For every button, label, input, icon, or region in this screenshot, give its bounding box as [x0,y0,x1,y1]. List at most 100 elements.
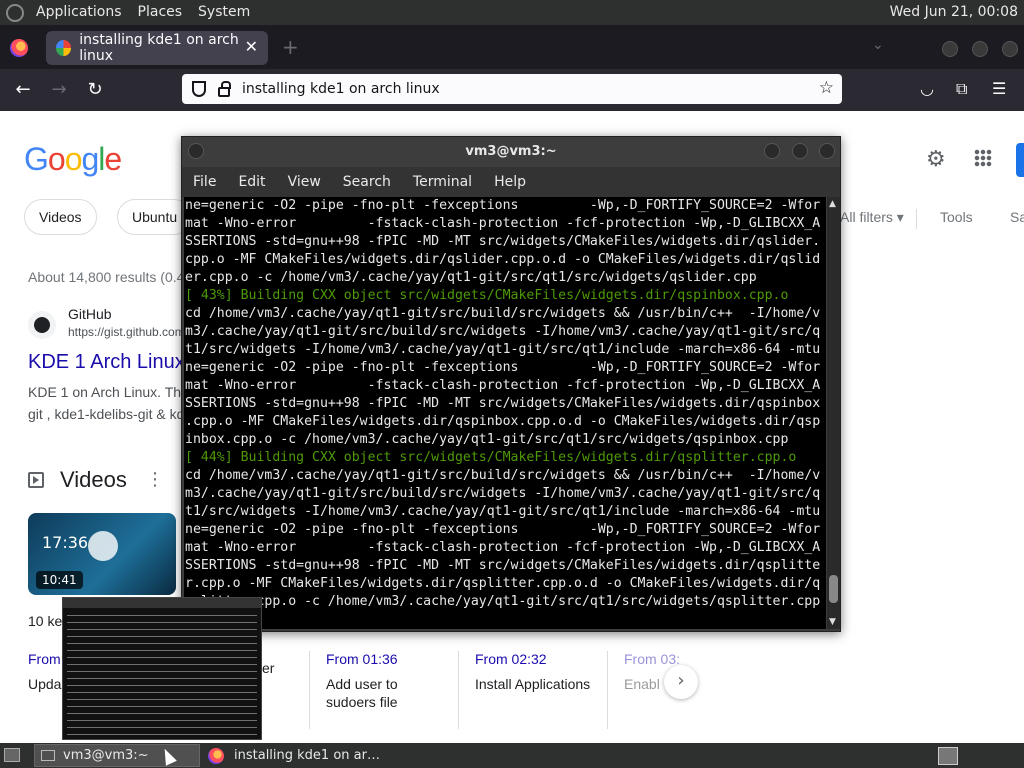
all-filters-button[interactable]: All filters ▾ [840,209,904,226]
divider [916,209,917,229]
scroll-down-icon[interactable]: ▼ [829,617,836,627]
results-count: About 14,800 results (0.4 [28,269,185,285]
bookmark-star-icon[interactable]: ☆ [819,78,834,98]
url-bar[interactable]: installing kde1 on arch linux ☆ [182,74,842,104]
window-preview-thumbnail[interactable] [62,597,262,740]
tools-button[interactable]: Tools [940,209,973,225]
terminal-line: mat -Wno-error -fstack-clash-protection … [185,378,821,393]
preview-menubar [63,598,261,608]
result-site-name[interactable]: GitHub [68,306,112,322]
play-icon[interactable] [88,531,118,561]
menu-view[interactable]: View [277,174,332,190]
back-arrow-icon[interactable]: ← [12,79,34,100]
terminal-line: t1/src/widgets -I/home/vm3/.cache/yay/qt… [185,504,821,519]
google-favicon-icon [56,40,72,56]
pocket-icon[interactable]: ◡ [920,79,934,98]
clock[interactable]: Wed Jun 21, 00:08 [890,0,1018,25]
hamburger-menu-icon[interactable]: ☰ [992,79,1006,98]
terminal-line: [ 44%] Building CXX object src/widgets/C… [185,450,797,465]
browser-nav-bar: ← → ↻ installing kde1 on arch linux ☆ ◡ … [0,69,1024,111]
terminal-output[interactable]: ne=generic -O2 -pipe -fno-plt -fexceptio… [184,197,826,629]
workspace-switcher[interactable] [938,747,958,765]
moment-desc[interactable]: Install Applications [475,675,601,693]
reload-icon[interactable]: ↻ [84,79,106,100]
moment-from[interactable]: From 03: [624,651,680,667]
terminal-window[interactable]: vm3@vm3:~ File Edit View Search Terminal… [181,136,841,632]
snippet-line: git , kde1-kdelibs-git & kd [28,406,185,422]
menu-system[interactable]: System [190,0,258,25]
terminal-scrollbar[interactable]: ▲ ▼ [827,197,840,629]
scrollbar-thumb[interactable] [829,575,838,603]
forward-arrow-icon[interactable]: → [48,79,70,100]
maximize-button[interactable] [972,41,988,57]
video-thumbnail[interactable]: 17:36 10:41 [28,513,176,595]
result-title-link[interactable]: KDE 1 Arch Linux [28,351,185,374]
menu-edit[interactable]: Edit [227,174,276,190]
terminal-line: SSERTIONS -std=gnu++98 -fPIC -MD -MT src… [185,234,821,249]
google-logo[interactable]: Google [24,141,122,178]
firefox-icon[interactable] [10,39,28,57]
video-icon [28,472,44,488]
divider [458,651,459,729]
terminal-line: ne=generic -O2 -pipe -fno-plt -fexceptio… [185,522,821,537]
terminal-line: ne=generic -O2 -pipe -fno-plt -fexceptio… [185,360,821,375]
close-window-button[interactable] [1002,41,1018,57]
minimize-button[interactable] [764,143,780,159]
close-button[interactable] [819,143,835,159]
menu-terminal[interactable]: Terminal [402,174,483,190]
moment-from[interactable]: From [28,651,61,667]
menu-places[interactable]: Places [130,0,191,25]
more-options-icon[interactable]: ⋮ [146,469,164,490]
lock-icon[interactable] [218,81,231,97]
new-tab-button[interactable]: + [282,35,299,59]
close-tab-icon[interactable]: ✕ [245,37,258,56]
chip-videos[interactable]: Videos [24,199,97,235]
next-chevron-icon[interactable]: › [664,665,698,699]
sign-in-button[interactable] [1016,143,1024,177]
terminal-title-bar[interactable]: vm3@vm3:~ [182,137,840,167]
moment-from[interactable]: From 01:36 [326,651,446,667]
list-tabs-chevron-icon[interactable]: ⌄ [872,37,884,53]
google-apps-grid-icon[interactable] [974,149,992,167]
moment-from[interactable]: From 02:32 [475,651,601,667]
taskbar-firefox-button[interactable]: installing kde1 on ar… [204,744,404,767]
firefox-icon [208,747,224,764]
key-moment[interactable]: From Upda [28,651,61,693]
moment-desc[interactable]: er [262,659,274,677]
tab-google-search[interactable]: installing kde1 on arch linux ✕ [46,31,268,65]
snippet-line: KDE 1 on Arch Linux. Th [28,384,182,400]
video-duration: 10:41 [36,571,83,589]
terminal-line: splitter.cpp.o -c /home/vm3/.cache/yay/q… [185,594,821,609]
terminal-title: vm3@vm3:~ [465,144,557,159]
moment-desc[interactable]: Upda [28,675,61,693]
terminal-line: cd /home/vm3/.cache/yay/qt1-git/src/buil… [185,468,821,483]
url-text[interactable]: installing kde1 on arch linux [242,81,440,97]
minimize-button[interactable] [942,41,958,57]
terminal-line: inbox.cpp.o -c /home/vm3/.cache/yay/qt1-… [185,432,789,447]
tracking-protection-shield-icon[interactable] [192,81,206,97]
key-moment[interactable]: From 01:36 Add user to sudoers file [326,651,446,711]
terminal-line: r.cpp.o -MF CMakeFiles/widgets.dir/qspli… [185,576,821,591]
menu-help[interactable]: Help [483,174,537,190]
window-menu-button[interactable] [188,143,204,159]
scroll-up-icon[interactable]: ▲ [829,199,836,209]
show-desktop-icon[interactable] [4,748,20,762]
moment-desc[interactable]: Add user to sudoers file [326,675,446,711]
result-snippet: KDE 1 on Arch Linux. Th git , kde1-kdeli… [28,381,188,425]
videos-section-heading: Videos [28,467,127,493]
taskbar-terminal-button[interactable]: vm3@vm3:~ [34,744,200,767]
distro-logo-icon[interactable] [6,3,24,22]
terminal-line: t1/src/widgets -I/home/vm3/.cache/yay/qt… [185,342,821,357]
github-icon[interactable] [28,311,56,339]
settings-gear-icon[interactable]: ⚙ [926,147,946,172]
safesearch-button[interactable]: Sa [1010,209,1024,225]
thumbnail-time-text: 17:36 [42,533,89,552]
extensions-icon[interactable]: ⧉ [956,79,967,99]
maximize-button[interactable] [792,143,808,159]
menu-search[interactable]: Search [332,174,402,190]
key-moment[interactable]: er [262,651,274,677]
key-moment[interactable]: From 02:32 Install Applications [475,651,601,693]
menu-applications[interactable]: Applications [28,0,130,25]
menu-file[interactable]: File [182,174,227,190]
result-url[interactable]: https://gist.github.com [68,325,185,339]
